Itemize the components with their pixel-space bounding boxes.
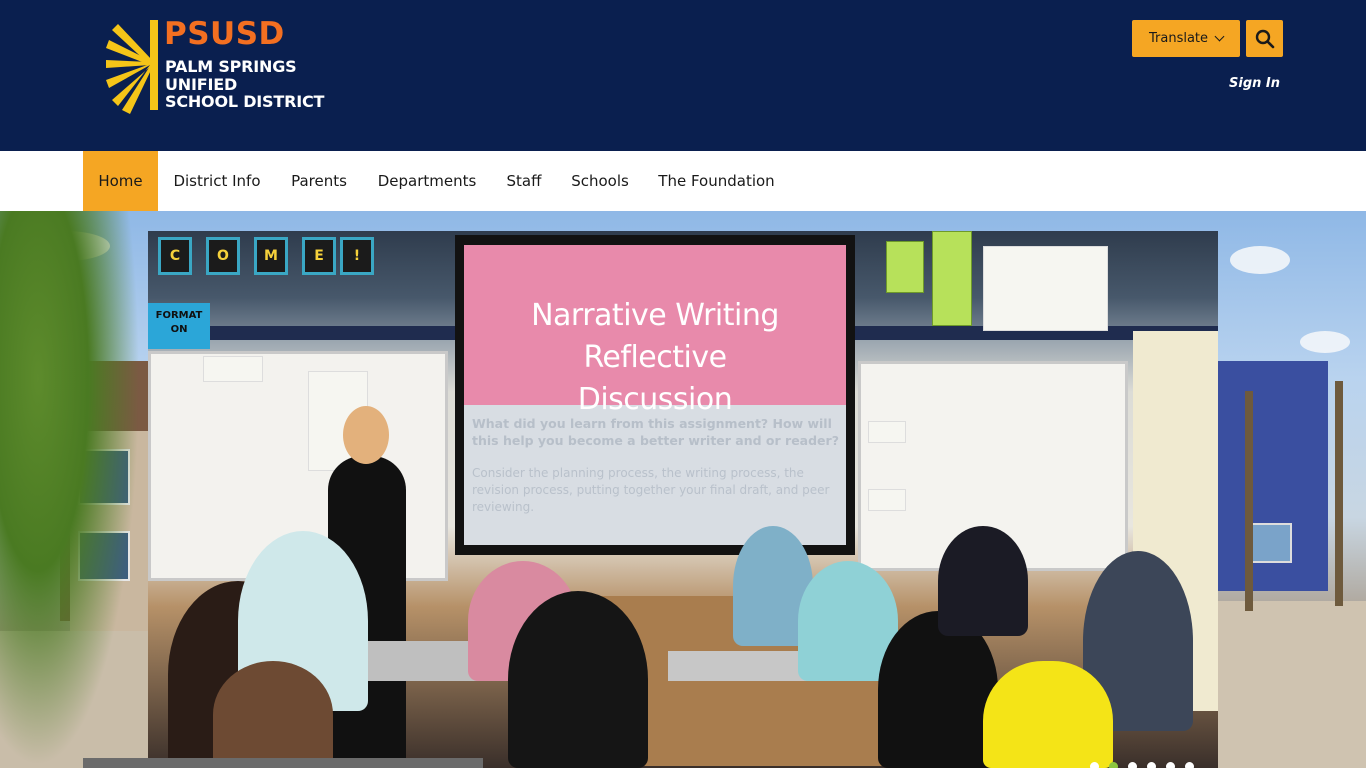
nav-item-departments[interactable]: Departments	[364, 151, 490, 211]
building-window	[1250, 523, 1292, 563]
translate-button[interactable]: Translate	[1132, 20, 1240, 57]
green-sign	[932, 231, 972, 326]
banner-flag: !	[340, 237, 374, 275]
slide-dot-6[interactable]	[1185, 762, 1194, 768]
wall-paper	[983, 246, 1108, 331]
banner-flag: E	[302, 237, 336, 275]
site-header: PSUSD PALM SPRINGS UNIFIED SCHOOL DISTRI…	[0, 0, 1366, 151]
chevron-down-icon	[1214, 31, 1225, 42]
ground-right	[1218, 601, 1366, 768]
translate-label: Translate	[1148, 31, 1209, 46]
slide-dot-3[interactable]	[1128, 762, 1137, 768]
slide-dot-4[interactable]	[1147, 762, 1156, 768]
slide-dot-2[interactable]	[1109, 762, 1118, 768]
cloud	[1300, 331, 1350, 353]
student	[938, 526, 1028, 636]
nav-item-schools[interactable]: Schools	[558, 151, 642, 211]
district-logo[interactable]: PSUSD PALM SPRINGS UNIFIED SCHOOL DISTRI…	[106, 16, 326, 115]
screen-subtext: Consider the planning process, the writi…	[472, 466, 830, 514]
nav-item-district-info[interactable]: District Info	[160, 151, 274, 211]
nav-item-home[interactable]: Home	[83, 151, 158, 211]
sunburst-logo-icon	[106, 20, 158, 114]
format-on-card: FORMAT ON	[148, 303, 210, 349]
screen-title: Narrative Writing Reflective Discussion	[464, 295, 846, 421]
nav-item-the-foundation[interactable]: The Foundation	[644, 151, 789, 211]
cloud	[1230, 246, 1290, 274]
palm-tree	[1245, 391, 1253, 611]
green-sign	[886, 241, 924, 293]
student	[508, 591, 648, 768]
student	[213, 661, 333, 768]
welcome-banner: C O M E !	[156, 231, 374, 281]
student-yellow-hoodie	[983, 661, 1113, 768]
logo-acronym: PSUSD	[164, 16, 285, 52]
search-icon	[1255, 29, 1274, 48]
slide-indicators	[1090, 762, 1194, 768]
main-nav: Home District Info Parents Departments S…	[0, 151, 1366, 211]
palm-tree	[1335, 381, 1343, 606]
sign-in-link[interactable]: Sign In	[1229, 76, 1280, 91]
screen-title-line-1: Narrative Writing Reflective	[531, 298, 779, 375]
projector-screen: Narrative Writing Reflective Discussion …	[464, 245, 846, 545]
search-button[interactable]	[1246, 20, 1283, 57]
screen-question: What did you learn from this assignment?…	[472, 416, 839, 448]
nav-item-parents[interactable]: Parents	[276, 151, 362, 211]
teacher-head	[343, 406, 389, 464]
wall-paper	[203, 356, 263, 382]
tree-left	[0, 211, 140, 768]
banner-flag: C	[158, 237, 192, 275]
logo-line-3: SCHOOL DISTRICT	[165, 92, 325, 111]
banner-flag: M	[254, 237, 288, 275]
hero-photo: C O M E ! FORMAT ON Narrative Writing Re…	[148, 231, 1218, 768]
hero-slideshow: C O M E ! FORMAT ON Narrative Writing Re…	[0, 211, 1366, 768]
wall-paper	[868, 489, 906, 511]
slide-dot-1[interactable]	[1090, 762, 1099, 768]
caption-bar	[83, 758, 483, 768]
logo-line-1: PALM SPRINGS	[165, 57, 297, 76]
nav-item-staff[interactable]: Staff	[492, 151, 556, 211]
slide-dot-5[interactable]	[1166, 762, 1175, 768]
banner-flag: O	[206, 237, 240, 275]
wall-paper	[868, 421, 906, 443]
